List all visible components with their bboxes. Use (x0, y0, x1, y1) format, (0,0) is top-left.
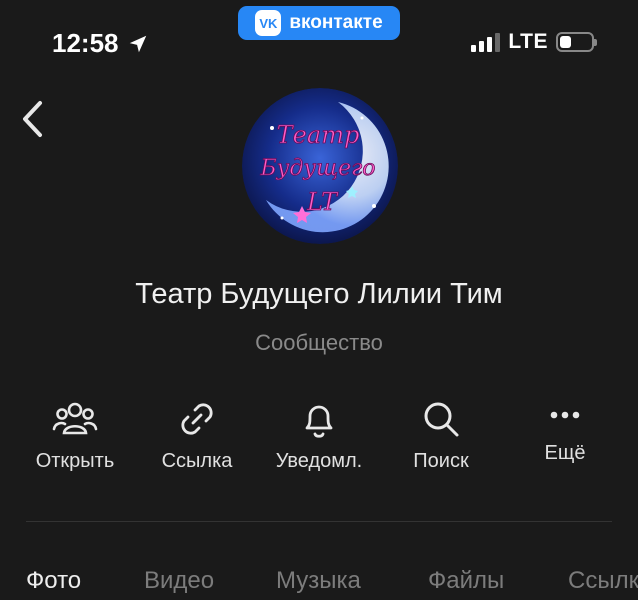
location-arrow-icon (129, 35, 146, 52)
signal-icon (471, 32, 501, 52)
status-time: 12:58 (52, 28, 149, 59)
link-button[interactable]: Ссылка (134, 398, 260, 473)
search-button[interactable]: Поиск (378, 398, 504, 473)
tab-photos[interactable]: Фото (26, 567, 81, 595)
svg-text:Будущего: Будущего (259, 156, 375, 181)
status-indicators: LTE (471, 30, 597, 54)
tab-music[interactable]: Музыка (276, 567, 361, 595)
community-type: Сообщество (255, 330, 383, 355)
svg-text:Театр: Театр (277, 121, 360, 149)
tab-videos[interactable]: Видео (144, 567, 214, 595)
open-button[interactable]: Открыть (12, 398, 138, 473)
vk-logo-icon: VK (255, 10, 282, 36)
more-dots-icon (549, 398, 581, 432)
battery-icon (556, 32, 597, 52)
open-label: Открыть (35, 450, 115, 472)
notifications-label: Уведомл. (275, 450, 363, 472)
bell-icon (299, 398, 339, 440)
tab-files[interactable]: Файлы (428, 567, 504, 595)
more-label: Ещё (544, 442, 586, 464)
link-label: Ссылка (161, 450, 233, 472)
notifications-button[interactable]: Уведомл. (256, 398, 382, 473)
time-text: 12:58 (52, 28, 119, 58)
chevron-left-icon (23, 101, 42, 137)
back-button[interactable] (12, 96, 52, 142)
svg-text:LT: LT (306, 188, 339, 216)
community-avatar[interactable]: Театр Будущего LT (242, 88, 398, 244)
more-button[interactable]: Ещё (502, 398, 628, 465)
people-icon (52, 398, 98, 440)
community-name: Театр Будущего Лилии Тим (135, 278, 503, 310)
vk-app-badge[interactable]: VK вконтакте (238, 6, 400, 40)
vk-badge-text: вконтакте (289, 12, 383, 33)
tab-links[interactable]: Ссылки (568, 567, 638, 595)
search-icon (421, 398, 461, 440)
network-type: LTE (508, 30, 548, 53)
content-tabs: Фото Видео Музыка Файлы Ссылки (0, 567, 638, 600)
link-icon (176, 398, 218, 440)
search-label: Поиск (413, 450, 469, 472)
divider (26, 521, 612, 522)
avatar-image: Театр Будущего LT (242, 88, 398, 244)
